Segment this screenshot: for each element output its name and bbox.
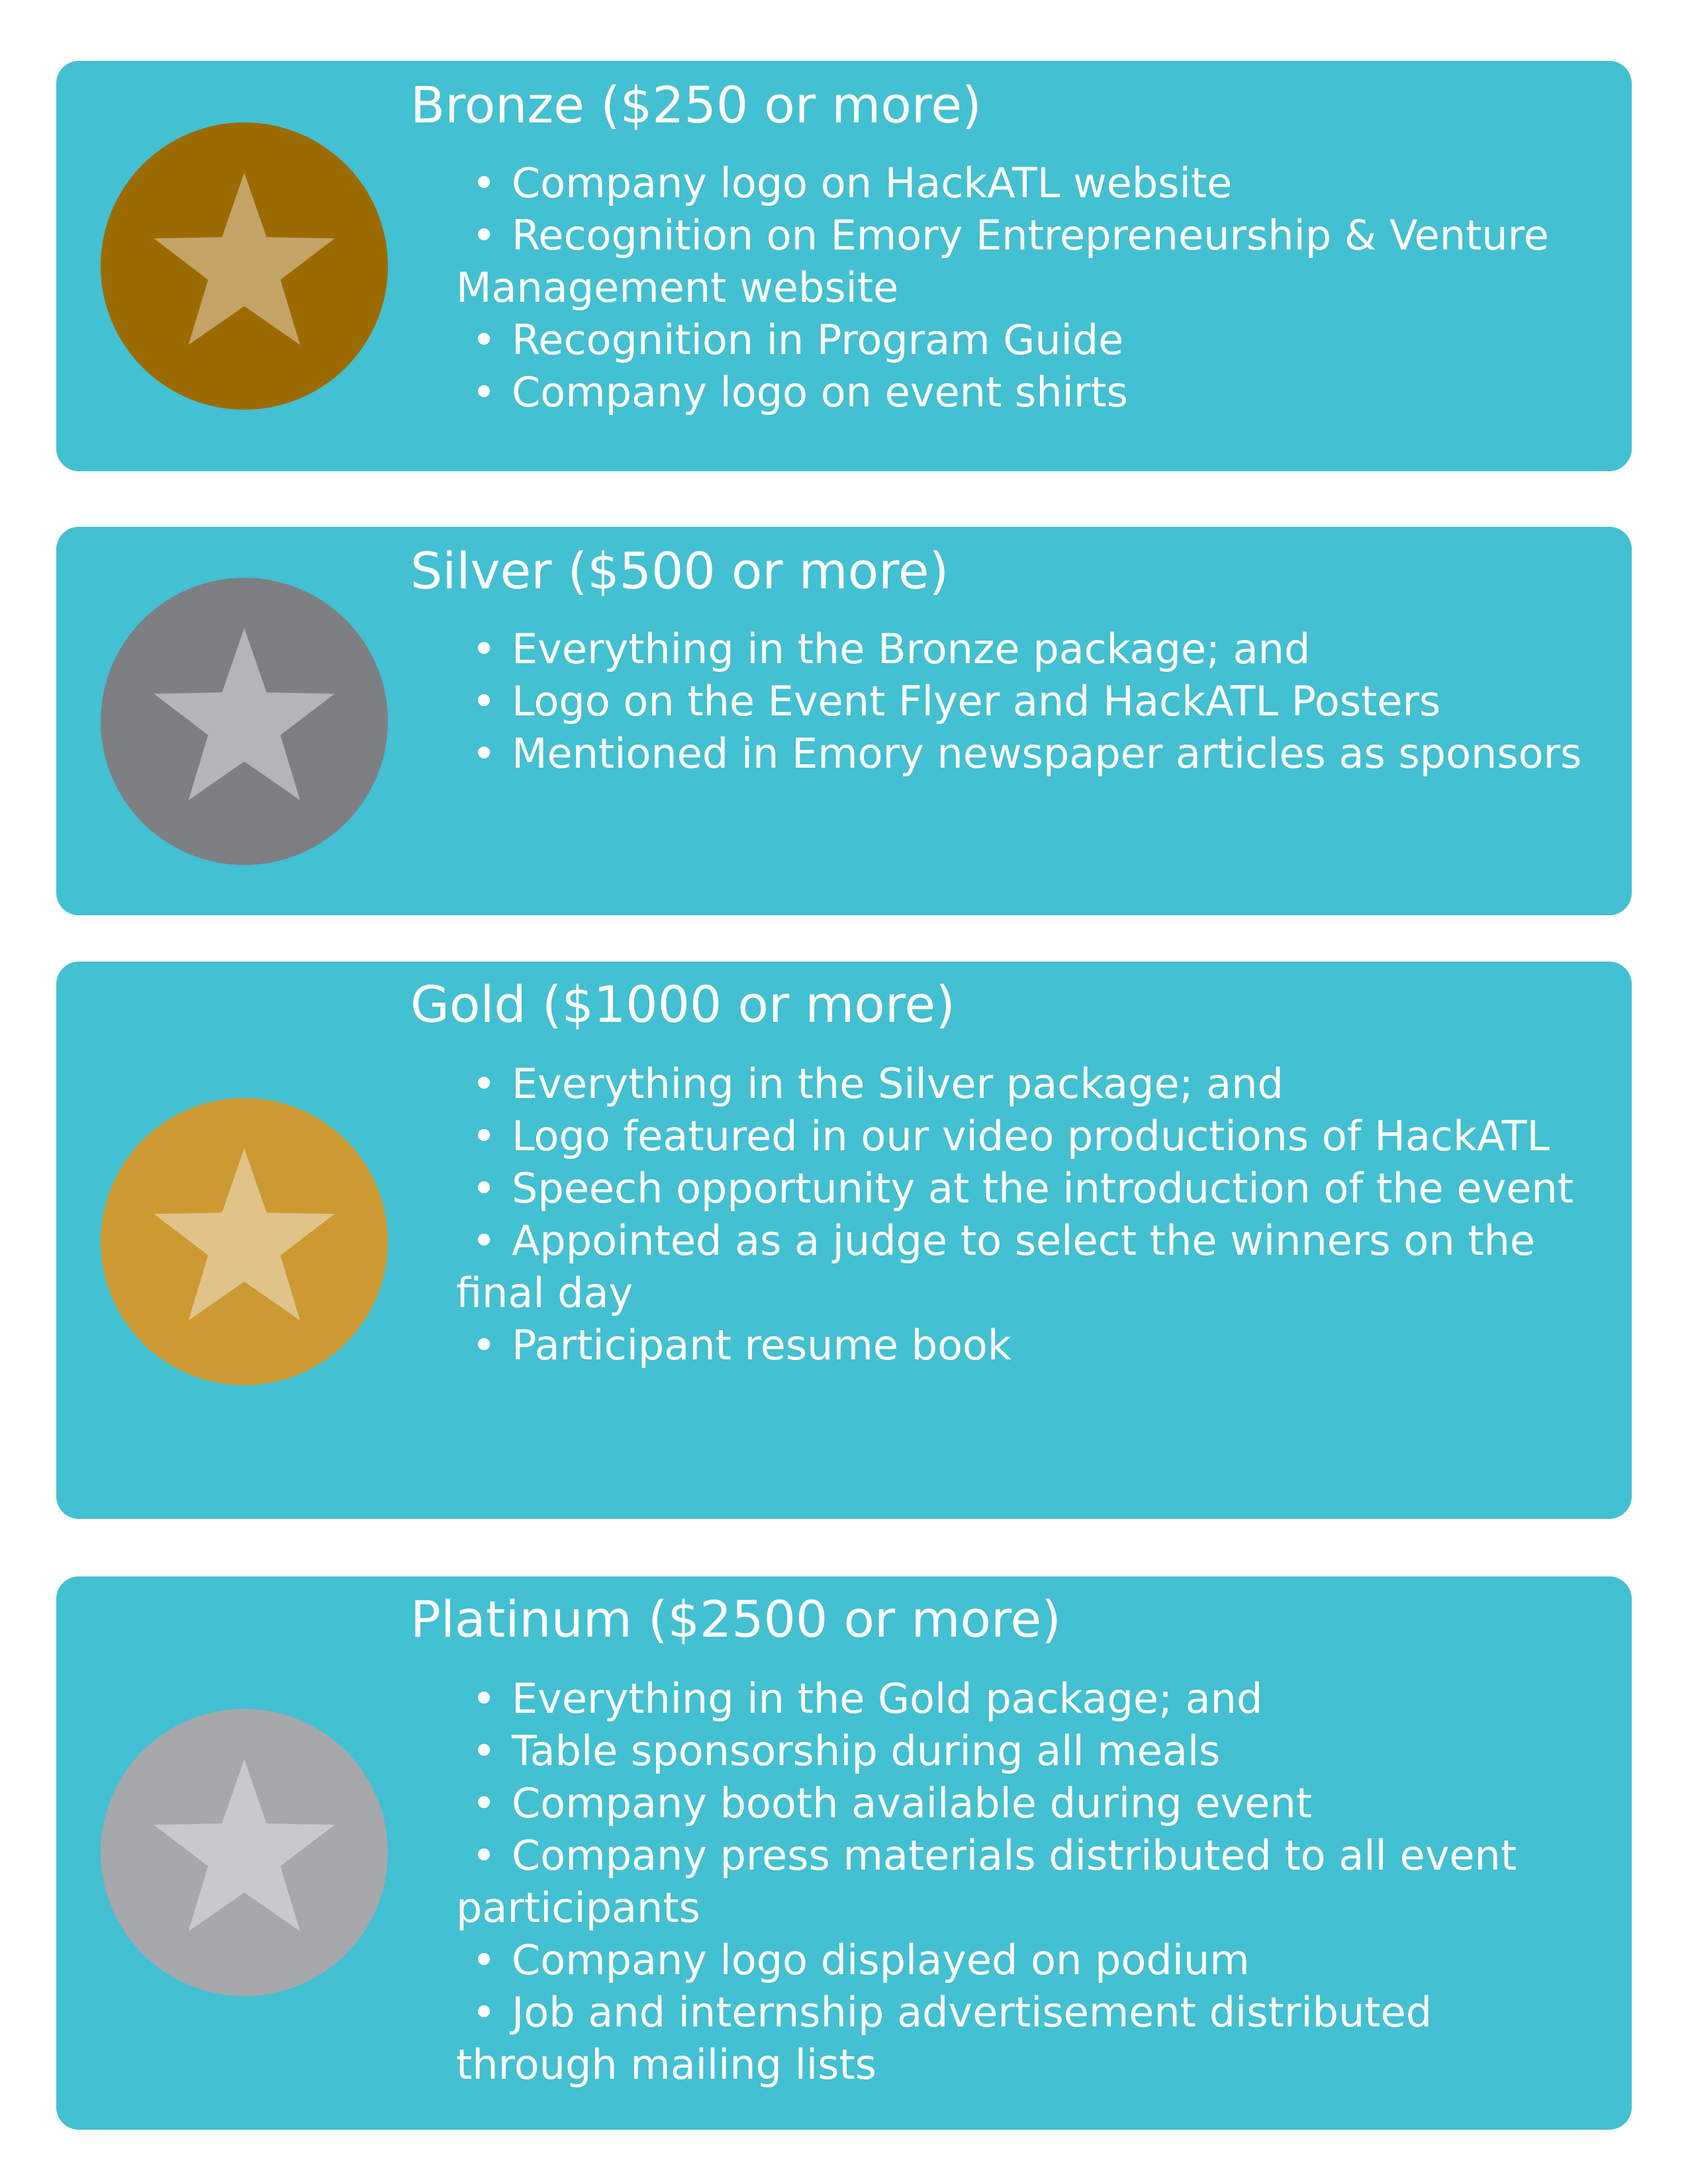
tier-title: Bronze ($250 or more) [410, 75, 982, 134]
star-icon [154, 173, 335, 345]
tier-title: Gold ($1000 or more) [410, 975, 955, 1034]
benefit-item: • Recognition on Emory Entrepreneurship &… [456, 209, 1595, 314]
bullet-icon: • [471, 1112, 496, 1160]
benefit-item: • Mentioned in Emory newspaper articles a… [456, 727, 1595, 780]
benefit-item: • Everything in the Gold package; and [456, 1672, 1595, 1725]
bullet-icon: • [471, 729, 496, 778]
benefit-item: • Company booth available during event [456, 1777, 1595, 1829]
bullet-icon: • [471, 368, 496, 416]
platinum-star-medal-icon [101, 1709, 388, 1996]
bullet-icon: • [471, 316, 496, 364]
benefit-item: • Everything in the Bronze package; and [456, 623, 1595, 675]
tier-title: Silver ($500 or more) [410, 541, 949, 600]
silver-star-medal-icon [101, 578, 388, 865]
benefit-item: • Company press materials distributed to … [456, 1829, 1595, 1934]
bullet-icon: • [471, 159, 496, 207]
bullet-icon: • [471, 1988, 496, 2036]
bullet-icon: • [471, 1060, 496, 1108]
benefit-list: • Everything in the Bronze package; and •… [456, 623, 1595, 780]
star-icon [154, 1148, 335, 1321]
bullet-icon: • [471, 1674, 496, 1723]
bullet-icon: • [471, 1216, 496, 1265]
bullet-icon: • [471, 677, 496, 725]
benefit-item: • Appointed as a judge to select the winn… [456, 1214, 1595, 1319]
benefit-item: • Job and internship advertisement distri… [456, 1986, 1595, 2091]
benefit-list: • Company logo on HackATL website • Recogn… [456, 157, 1595, 418]
benefit-list: • Everything in the Silver package; and •… [456, 1058, 1595, 1371]
benefit-item: • Company logo on HackATL website [456, 157, 1595, 209]
tier-card-bronze: Bronze ($250 or more) • Company logo on H… [56, 61, 1632, 471]
benefit-item: • Participant resume book [456, 1319, 1595, 1371]
benefit-item: • Recognition in Program Guide [456, 314, 1595, 366]
benefit-item: • Logo on the Event Flyer and HackATL Pos… [456, 675, 1595, 727]
benefit-item: • Company logo displayed on podium [456, 1934, 1595, 1986]
bullet-icon: • [471, 1321, 496, 1369]
bullet-icon: • [471, 1727, 496, 1775]
bullet-icon: • [471, 625, 496, 673]
tier-card-silver: Silver ($500 or more) • Everything in the… [56, 527, 1632, 915]
bullet-icon: • [471, 211, 496, 259]
benefit-item: • Speech opportunity at the introduction … [456, 1162, 1595, 1214]
bullet-icon: • [471, 1936, 496, 1984]
star-icon [154, 628, 335, 801]
star-icon [154, 1759, 335, 1932]
tier-card-platinum: Platinum ($2500 or more) • Everything in … [56, 1576, 1632, 2130]
benefit-list: • Everything in the Gold package; and • Ta… [456, 1672, 1595, 2091]
bullet-icon: • [471, 1164, 496, 1212]
gold-star-medal-icon [101, 1098, 388, 1385]
benefit-item: • Company logo on event shirts [456, 366, 1595, 418]
tier-title: Platinum ($2500 or more) [410, 1590, 1061, 1649]
bullet-icon: • [471, 1779, 496, 1827]
bronze-star-medal-icon [101, 122, 388, 410]
benefit-item: • Logo featured in our video productions … [456, 1110, 1595, 1162]
tier-card-gold: Gold ($1000 or more) • Everything in the … [56, 962, 1632, 1519]
bullet-icon: • [471, 1831, 496, 1880]
benefit-item: • Table sponsorship during all meals [456, 1725, 1595, 1777]
benefit-item: • Everything in the Silver package; and [456, 1058, 1595, 1110]
